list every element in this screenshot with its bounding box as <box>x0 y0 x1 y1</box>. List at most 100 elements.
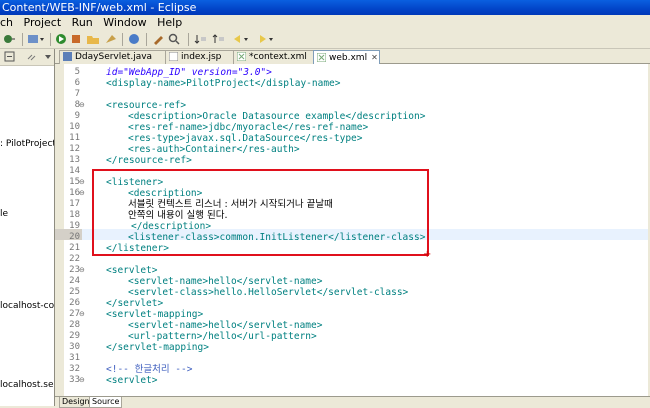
view-menu-icon[interactable] <box>44 53 52 61</box>
collapse-all-icon[interactable] <box>4 51 16 63</box>
code-line: <res-ref-name>jdbc/myoracle</res-ref-nam… <box>128 122 369 133</box>
code-line: <servlet> <box>106 375 158 386</box>
code-line: </servlet> <box>106 298 164 309</box>
line-number: 16 <box>69 188 80 198</box>
toolbar <box>0 31 650 49</box>
code-line: <res-auth>Container</res-auth> <box>128 144 300 155</box>
menu-item-window[interactable]: Window <box>103 15 146 31</box>
editor-tab-bar: DdayServlet.java index.jsp *context.xml … <box>55 49 650 64</box>
code-line: <servlet-name>hello</servlet-name> <box>128 276 323 287</box>
menu-item-run[interactable]: Run <box>72 15 93 31</box>
fold-collapse-icon[interactable]: ⊖ <box>79 188 85 199</box>
code-line: <resource-ref> <box>106 100 187 111</box>
line-number: 11 <box>69 133 80 143</box>
xml-file-icon <box>317 53 326 62</box>
code-line: <servlet-mapping> <box>106 309 204 320</box>
debug-icon[interactable] <box>2 33 16 45</box>
annotation-down-icon[interactable] <box>194 33 208 45</box>
menu-item-search[interactable]: ch <box>0 15 13 31</box>
line-number: 17 <box>69 199 80 209</box>
toolbar-separator <box>146 33 147 46</box>
line-number: 5 <box>74 67 80 77</box>
line-number: 7 <box>74 89 80 99</box>
line-number: 22 <box>69 254 80 264</box>
tab-design[interactable]: Design <box>59 397 93 408</box>
code-line: <servlet-class>hello.HelloServlet</servl… <box>128 287 409 298</box>
editor-mode-tabs: Design Source <box>55 396 650 408</box>
line-number: 27 <box>69 309 80 319</box>
tree-item-server-context[interactable]: localhost-cor <box>0 301 54 311</box>
jsp-file-icon <box>169 52 178 61</box>
run-icon[interactable] <box>55 33 67 45</box>
window-title-bar: Content/WEB-INF/web.xml - Eclipse <box>0 0 650 15</box>
globe-icon[interactable] <box>128 33 140 45</box>
code-line: <description>Oracle Datasource example</… <box>128 111 426 122</box>
code-line: <display-name>PilotProject</display-name… <box>106 78 341 89</box>
line-number: 29 <box>69 331 80 341</box>
tab-context-xml[interactable]: *context.xml <box>233 50 314 64</box>
window-title: Content/WEB-INF/web.xml - Eclipse <box>2 1 197 14</box>
back-icon[interactable] <box>232 33 252 45</box>
menu-item-project[interactable]: Project <box>24 15 62 31</box>
package-explorer-panel: : PilotProject le localhost-cor localhos… <box>0 49 55 406</box>
toolbar-separator <box>50 33 51 46</box>
fold-collapse-icon[interactable]: ⊖ <box>79 265 85 276</box>
line-number: 23 <box>69 265 80 275</box>
code-line: <servlet> <box>106 265 158 276</box>
toolbar-separator <box>122 33 123 46</box>
line-number: 25 <box>69 287 80 297</box>
line-number: 12 <box>69 144 80 154</box>
tab-source[interactable]: Source <box>89 397 123 408</box>
line-number: 28 <box>69 320 80 330</box>
toolbar-separator <box>22 33 23 46</box>
line-number: 24 <box>69 276 80 286</box>
code-line: <res-type>javax.sql.DataSource</res-type… <box>128 133 363 144</box>
tab-index-jsp[interactable]: index.jsp <box>165 50 234 64</box>
code-line: </resource-ref> <box>106 155 192 166</box>
crosshair-cursor-icon: + <box>423 249 432 260</box>
code-line: <url-pattern>/hello</url-pattern> <box>128 331 317 342</box>
java-file-icon <box>63 52 72 61</box>
open-task-icon[interactable] <box>104 33 118 45</box>
line-number: 15 <box>69 177 80 187</box>
listener-highlight-box <box>92 169 429 256</box>
code-line: <servlet-name>hello</servlet-name> <box>128 320 323 331</box>
fold-collapse-icon[interactable]: ⊖ <box>79 309 85 320</box>
line-number: 30 <box>69 342 80 352</box>
tree-item-file[interactable]: le <box>0 209 8 219</box>
fold-collapse-icon[interactable]: ⊖ <box>79 177 85 188</box>
forward-icon[interactable] <box>256 33 276 45</box>
tree-item-server-config[interactable]: localhost.ser <box>0 380 54 390</box>
line-number: 14 <box>69 166 80 176</box>
code-line: </servlet-mapping> <box>106 342 209 353</box>
external-tools-icon[interactable] <box>70 33 82 45</box>
pen-icon[interactable] <box>152 33 164 45</box>
line-number: 26 <box>69 298 80 308</box>
search-icon[interactable] <box>168 33 180 45</box>
line-number: 18 <box>69 210 80 220</box>
menu-bar: ch Project Run Window Help <box>0 15 650 31</box>
close-icon[interactable]: ✕ <box>371 53 378 62</box>
line-number: 20 <box>69 232 80 242</box>
line-number: 10 <box>69 122 80 132</box>
link-editor-icon[interactable] <box>26 51 38 63</box>
package-explorer-header <box>0 49 54 66</box>
tree-item-project[interactable]: : PilotProject <box>0 139 54 149</box>
tab-ddayservlet[interactable]: DdayServlet.java <box>59 50 166 64</box>
new-wizard-icon[interactable] <box>27 33 45 45</box>
line-number: 21 <box>69 243 80 253</box>
fold-collapse-icon[interactable]: ⊖ <box>79 375 85 386</box>
line-number: 13 <box>69 155 80 165</box>
toolbar-separator <box>188 33 189 46</box>
line-number: 6 <box>74 78 80 88</box>
fold-collapse-icon[interactable]: ⊖ <box>79 100 85 111</box>
tab-web-xml[interactable]: web.xml ✕ <box>313 50 380 64</box>
menu-item-help[interactable]: Help <box>157 15 182 31</box>
code-line: id="WebApp_ID" version="3.0"> <box>106 67 272 78</box>
line-number: 9 <box>74 111 80 121</box>
annotation-up-icon[interactable] <box>212 33 226 45</box>
open-type-icon[interactable] <box>86 33 100 45</box>
line-number: 19 <box>69 221 80 231</box>
line-number: 33 <box>69 375 80 385</box>
line-number: 8 <box>74 100 80 110</box>
